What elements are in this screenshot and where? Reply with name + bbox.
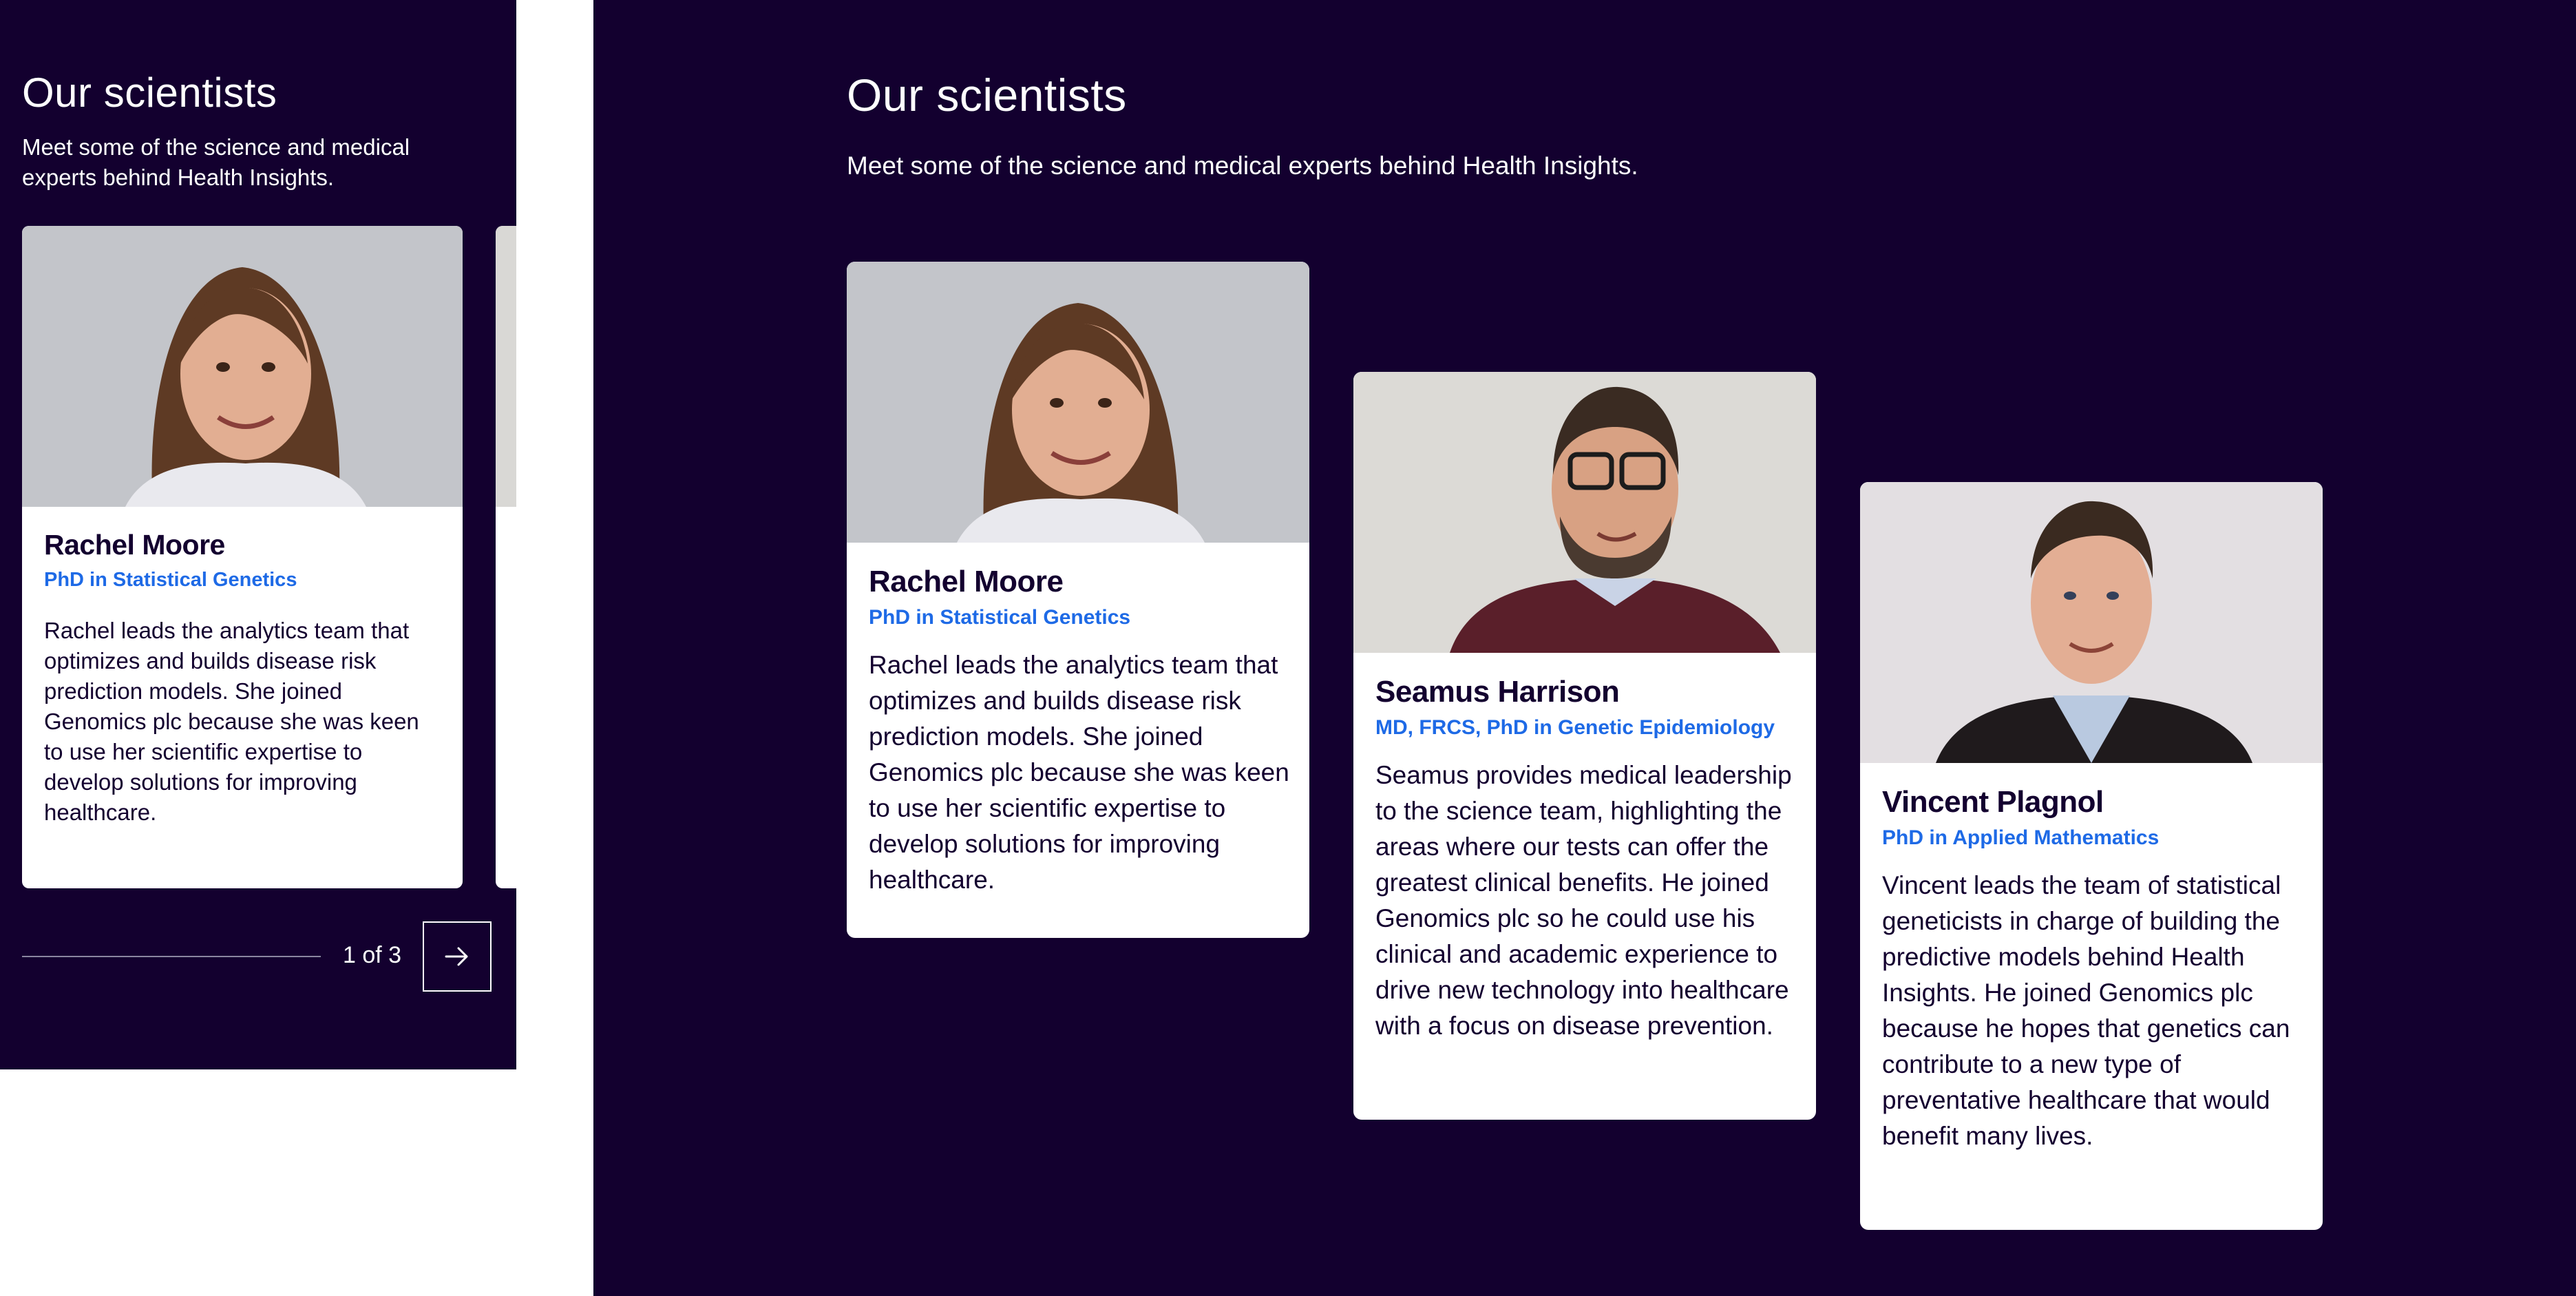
mobile-scientists-section: Our scientists Meet some of the science … bbox=[0, 0, 516, 1069]
carousel-progress-line bbox=[22, 956, 321, 957]
scientist-role: MD, FRCS, PhD in Genetic Epidemiology bbox=[1375, 716, 1775, 739]
scientist-role: PhD in Applied Mathematics bbox=[1882, 826, 2160, 849]
scientist-role: PhD in Statistical Genetics bbox=[869, 606, 1131, 629]
scientist-name: Rachel Moore bbox=[44, 529, 225, 561]
scientist-name: Vincent Plagnol bbox=[1882, 785, 2104, 819]
scientist-photo bbox=[496, 226, 516, 507]
scientist-bio: Seamus provides medical leadership to th… bbox=[1375, 761, 1792, 1040]
section-title: Our scientists bbox=[847, 70, 1127, 121]
scientist-bio: Vincent leads the team of statistical ge… bbox=[1882, 871, 2290, 1150]
section-subtitle: Meet some of the science and medical exp… bbox=[22, 134, 410, 190]
scientist-photo bbox=[847, 262, 1309, 543]
scientist-bio: Rachel leads the analytics team that opt… bbox=[869, 651, 1289, 894]
desktop-scientists-section: Our scientists Meet some of the science … bbox=[593, 0, 2576, 1296]
carousel-next-button[interactable] bbox=[423, 921, 492, 992]
scientist-bio: Rachel leads the analytics team that opt… bbox=[44, 618, 419, 825]
scientist-card-rachel-moore: Rachel Moore PhD in Statistical Genetics… bbox=[22, 226, 463, 888]
section-title: Our scientists bbox=[22, 70, 277, 116]
carousel-page-count: 1 of 3 bbox=[343, 942, 402, 968]
scientist-photo bbox=[22, 226, 463, 507]
scientist-card-seamus-harrison: Seamus Harrison MD, FRCS, PhD in Genetic… bbox=[1353, 372, 1816, 1120]
scientist-photo bbox=[1860, 482, 2323, 763]
scientist-card-rachel-moore: Rachel Moore PhD in Statistical Genetics… bbox=[847, 262, 1309, 938]
scientist-card-next-peek bbox=[496, 226, 516, 888]
scientist-card-vincent-plagnol: Vincent Plagnol PhD in Applied Mathemati… bbox=[1860, 482, 2323, 1230]
scientist-role: PhD in Statistical Genetics bbox=[44, 569, 297, 591]
section-subtitle: Meet some of the science and medical exp… bbox=[847, 151, 1638, 180]
scientist-name: Seamus Harrison bbox=[1375, 675, 1620, 709]
scientist-photo bbox=[1353, 372, 1816, 653]
arrow-right-icon bbox=[445, 947, 468, 966]
scientist-name: Rachel Moore bbox=[869, 565, 1064, 598]
